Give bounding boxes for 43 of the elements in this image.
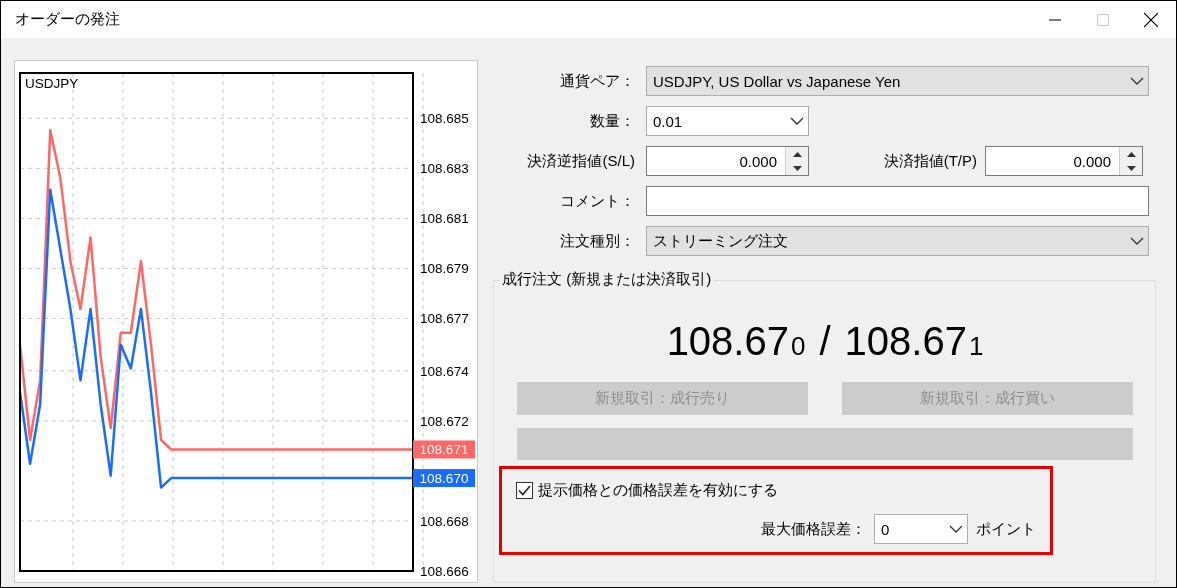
axis-label: 108.681: [420, 211, 469, 227]
axis-label: 108.674: [420, 363, 469, 379]
field-label: 決済指値(T/P): [882, 151, 978, 171]
chevron-down-icon: [949, 525, 963, 533]
price-tag: 108.670: [413, 469, 475, 488]
axis-label: 108.668: [420, 513, 469, 529]
axis-label: 108.672: [420, 413, 469, 429]
checkbox[interactable]: [516, 482, 533, 499]
close-icon: [1144, 12, 1158, 27]
price-tag: 108.671: [413, 440, 475, 459]
symbol-dropdown[interactable]: USDJPY, US Dollar vs Japanese Yen: [646, 66, 1149, 96]
axis-label: 108.677: [420, 311, 469, 327]
maximize-icon: [1097, 13, 1109, 26]
checkbox-label: 提示価格との価格誤差を有効にする: [538, 481, 778, 500]
stop-loss-field[interactable]: 0.000: [646, 146, 809, 176]
max-deviation-dropdown[interactable]: 0: [874, 514, 968, 544]
price-separator: /: [819, 319, 831, 364]
field-label: 最大価格誤差：: [761, 519, 866, 539]
chart-symbol: USDJPY: [25, 76, 79, 91]
minimize-icon: [1049, 18, 1061, 21]
window-title: オーダーの発注: [14, 10, 121, 29]
axis-label: 108.679: [420, 261, 469, 277]
chevron-down-icon: [1130, 77, 1144, 85]
chevron-down-icon: [790, 117, 804, 125]
take-profit-field[interactable]: 0.000: [985, 146, 1143, 176]
field-label: 数量：: [589, 111, 636, 131]
spin-buttons[interactable]: [785, 147, 808, 175]
order-type-dropdown[interactable]: ストリーミング注文: [646, 226, 1149, 256]
spin-buttons[interactable]: [1119, 147, 1142, 175]
volume-dropdown[interactable]: 0.01: [646, 106, 809, 136]
comment-field[interactable]: [646, 186, 1149, 216]
axis-label: 108.685: [420, 111, 469, 127]
unit-label: ポイント: [976, 519, 1036, 539]
group-title: 成行注文 (新規または決済取引): [499, 270, 715, 289]
axis-label: 108.683: [420, 161, 469, 177]
chevron-down-icon: [1130, 237, 1144, 245]
ask-price: 108.67 1: [844, 319, 984, 364]
axis-label: 108.666: [420, 564, 469, 579]
field-label: 決済逆指値(S/L): [526, 151, 636, 171]
field-label: 通貨ペア：: [559, 71, 636, 91]
bid-price: 108.670: [666, 319, 806, 364]
field-label: 注文種別：: [559, 231, 636, 251]
field-label: コメント：: [559, 191, 636, 211]
